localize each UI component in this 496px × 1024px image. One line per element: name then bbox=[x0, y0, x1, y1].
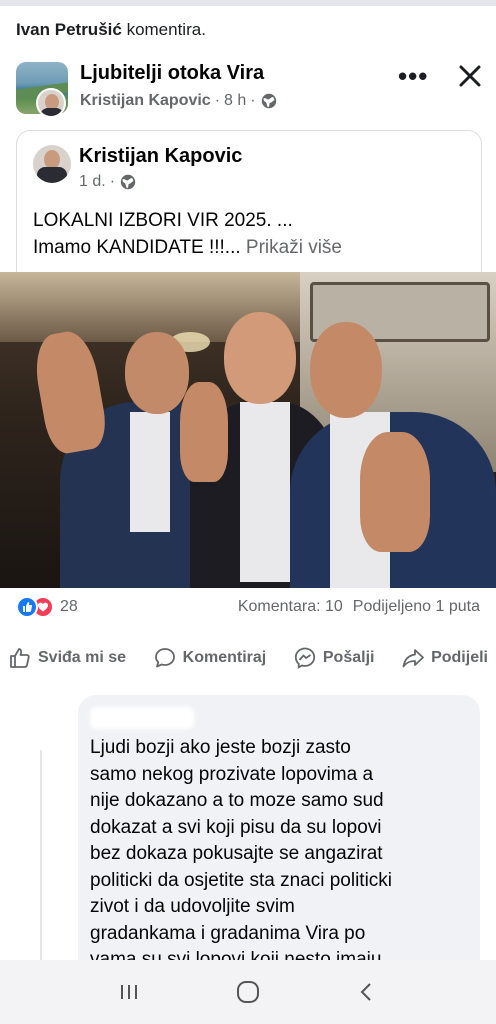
activity-line: Ivan Petrušić komentira. bbox=[16, 20, 206, 40]
comment-button[interactable]: Komentiraj bbox=[153, 640, 267, 676]
reaction-count: 28 bbox=[60, 598, 78, 615]
comment-line: Ljudi bozji ako jeste bozji zasto bbox=[90, 737, 351, 758]
reaction-summary[interactable]: 28 bbox=[16, 596, 78, 618]
home-button[interactable] bbox=[234, 978, 262, 1006]
more-icon[interactable]: ••• bbox=[398, 63, 428, 89]
thread-line bbox=[40, 750, 42, 970]
home-icon bbox=[236, 981, 259, 1003]
send-button[interactable]: Pošalji bbox=[293, 640, 375, 676]
back-button[interactable] bbox=[353, 978, 381, 1006]
post-header: Ljubitelji otoka Vira Kristijan Kapovic … bbox=[0, 58, 496, 120]
send-label: Pošalji bbox=[322, 649, 375, 666]
comment-line: politicki da osjetite sta znaci politick… bbox=[90, 869, 393, 891]
shared-meta: 1 d. · bbox=[79, 173, 137, 191]
comment-line: samo nekog prozivate lopovima a bbox=[90, 763, 374, 785]
author-avatar[interactable] bbox=[36, 88, 66, 118]
comment-line: gradankama i gradanima Vira po bbox=[90, 922, 366, 944]
post-photo[interactable] bbox=[0, 272, 496, 588]
engagement-stats: Komentara: 10 Podijeljeno 1 puta bbox=[238, 598, 480, 616]
globe-icon bbox=[261, 93, 276, 109]
recent-apps-icon bbox=[121, 985, 138, 999]
speech-bubble-icon bbox=[154, 648, 175, 668]
post-meta: Kristijan Kapovic · 8 h · bbox=[80, 92, 278, 110]
like-button[interactable]: Sviđa mi se bbox=[8, 640, 126, 676]
comment-line: bez dokaza pokusajte se angazirat bbox=[90, 843, 383, 864]
share-button[interactable]: Podijeli bbox=[401, 640, 488, 676]
comment-line: zivot i da udovoljite svim bbox=[90, 896, 295, 917]
recent-apps-button[interactable] bbox=[115, 978, 143, 1006]
meta-separator: · bbox=[109, 173, 116, 190]
globe-icon bbox=[120, 174, 136, 190]
group-name[interactable]: Ljubitelji otoka Vira bbox=[80, 62, 264, 85]
meta-separator: · bbox=[250, 92, 256, 109]
top-divider bbox=[0, 0, 496, 6]
thumbs-up-icon bbox=[10, 648, 30, 668]
comment-text: Ljudi bozji ako jeste bozji zasto samo n… bbox=[90, 735, 480, 974]
activity-user[interactable]: Ivan Petrušić bbox=[16, 20, 122, 39]
shared-time[interactable]: 1 d. bbox=[79, 173, 106, 191]
meta-separator: · bbox=[214, 92, 221, 109]
shared-text-line2: Imamo KANDIDATE !!!... bbox=[33, 237, 241, 258]
post-author[interactable]: Kristijan Kapovic bbox=[80, 92, 211, 110]
shared-author-avatar[interactable] bbox=[33, 145, 71, 183]
shared-text: LOKALNI IZBORI VIR 2025. ... Imamo KANDI… bbox=[33, 207, 342, 261]
comment-count[interactable]: Komentara: 10 bbox=[238, 598, 343, 616]
post-time[interactable]: 8 h bbox=[224, 92, 246, 110]
like-reaction-icon bbox=[16, 596, 38, 618]
activity-action: komentira. bbox=[126, 20, 206, 39]
back-chevron-icon bbox=[360, 983, 371, 1001]
share-label: Podijeli bbox=[431, 649, 488, 666]
shared-author-name[interactable]: Kristijan Kapovic bbox=[79, 145, 242, 168]
share-arrow-icon bbox=[402, 649, 424, 668]
shared-post-card[interactable]: Kristijan Kapovic 1 d. · LOKALNI IZBORI … bbox=[16, 130, 482, 275]
comment-line: nije dokazano a to moze samo sud bbox=[90, 790, 384, 811]
commenter-name-redacted[interactable] bbox=[90, 707, 194, 729]
shared-text-line1: LOKALNI IZBORI VIR 2025. ... bbox=[33, 210, 293, 231]
close-icon[interactable] bbox=[456, 62, 484, 90]
comment-label: Komentiraj bbox=[182, 649, 267, 666]
messenger-icon bbox=[294, 647, 315, 669]
system-nav-bar bbox=[0, 960, 496, 1024]
share-count[interactable]: Podijeljeno 1 puta bbox=[353, 598, 480, 616]
action-bar: Sviđa mi se Komentiraj Pošalji Podijeli bbox=[0, 640, 496, 676]
comment-bubble[interactable]: Ljudi bozji ako jeste bozji zasto samo n… bbox=[78, 695, 480, 995]
see-more-link[interactable]: Prikaži više bbox=[246, 237, 342, 258]
comment-line: dokazat a svi koji pisu da su lopovi bbox=[90, 816, 382, 838]
like-label: Sviđa mi se bbox=[38, 649, 127, 666]
